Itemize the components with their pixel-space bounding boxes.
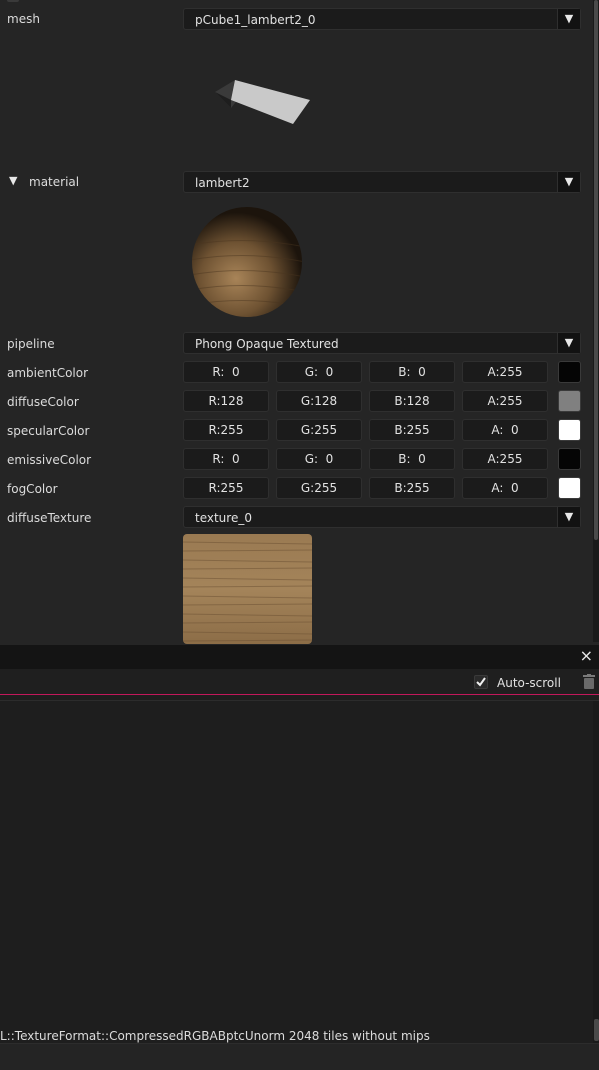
autoscroll-label[interactable]: Auto-scroll [497, 676, 561, 690]
console-toolbar: Auto-scroll [0, 669, 599, 695]
accent-separator [0, 694, 599, 695]
console-input-bar[interactable] [0, 1043, 599, 1070]
color-label: specularColor [7, 424, 90, 438]
a-field[interactable]: A:255 [462, 448, 548, 470]
material-dropdown[interactable]: lambert2 ▼ [183, 171, 581, 193]
diffuse-texture-dropdown[interactable]: texture_0 ▼ [183, 506, 581, 528]
diffuse-texture-dropdown-value: texture_0 [195, 511, 252, 525]
material-sphere-preview [192, 207, 302, 317]
chevron-down-icon[interactable]: ▼ [557, 9, 580, 29]
texture-preview [183, 534, 312, 644]
log-line: L::TextureFormat::CompressedRGBABptcUnor… [0, 1029, 430, 1043]
g-field[interactable]: G:255 [276, 419, 362, 441]
color-swatch[interactable] [558, 419, 581, 441]
color-swatch[interactable] [558, 477, 581, 499]
r-field[interactable]: R: 0 [183, 361, 269, 383]
a-field[interactable]: A:255 [462, 390, 548, 412]
material-dropdown-value: lambert2 [195, 176, 250, 190]
b-field[interactable]: B: 0 [369, 448, 455, 470]
diffuse-texture-label: diffuseTexture [7, 511, 92, 525]
b-field[interactable]: B:255 [369, 477, 455, 499]
collapse-arrow-icon[interactable]: ▼ [9, 174, 17, 187]
g-field[interactable]: G: 0 [276, 448, 362, 470]
pipeline-dropdown-value: Phong Opaque Textured [195, 337, 339, 351]
close-icon[interactable]: × [580, 647, 593, 665]
log-area[interactable]: L::TextureFormat::CompressedRGBABptcUnor… [0, 701, 599, 1043]
pipeline-label: pipeline [7, 337, 55, 351]
mesh-dropdown-value: pCube1_lambert2_0 [195, 13, 316, 27]
mesh-preview [215, 80, 310, 124]
chevron-down-icon[interactable]: ▼ [557, 172, 580, 192]
inspector-scrollbar-thumb[interactable] [594, 0, 598, 540]
console-panel: × Auto-scroll L::TextureFormat::Compress… [0, 645, 599, 1070]
inspector-scrollbar[interactable] [593, 0, 599, 642]
r-field[interactable]: R: 0 [183, 448, 269, 470]
log-scrollbar[interactable] [593, 701, 599, 1043]
r-field[interactable]: R:255 [183, 419, 269, 441]
material-label[interactable]: material [29, 175, 79, 189]
mesh-dropdown[interactable]: pCube1_lambert2_0 ▼ [183, 8, 581, 30]
checkmark-icon [476, 677, 486, 687]
color-label: fogColor [7, 482, 58, 496]
chevron-down-icon[interactable]: ▼ [557, 333, 580, 353]
pipeline-dropdown[interactable]: Phong Opaque Textured ▼ [183, 332, 581, 354]
g-field[interactable]: G:128 [276, 390, 362, 412]
log-scrollbar-thumb[interactable] [594, 1019, 599, 1041]
g-field[interactable]: G:255 [276, 477, 362, 499]
mesh-preview-light-face [231, 80, 310, 124]
color-label: ambientColor [7, 366, 89, 380]
autoscroll-checkbox[interactable] [474, 675, 488, 689]
trash-icon[interactable] [582, 674, 596, 690]
partial-row-indicator [7, 0, 19, 2]
color-label: emissiveColor [7, 453, 92, 467]
color-label: diffuseColor [7, 395, 79, 409]
console-title-bar: × [0, 645, 599, 669]
color-swatch[interactable] [558, 390, 581, 412]
a-field[interactable]: A: 0 [462, 477, 548, 499]
b-field[interactable]: B: 0 [369, 361, 455, 383]
b-field[interactable]: B:255 [369, 419, 455, 441]
r-field[interactable]: R:255 [183, 477, 269, 499]
chevron-down-icon[interactable]: ▼ [557, 507, 580, 527]
a-field[interactable]: A:255 [462, 361, 548, 383]
g-field[interactable]: G: 0 [276, 361, 362, 383]
color-swatch[interactable] [558, 361, 581, 383]
r-field[interactable]: R:128 [183, 390, 269, 412]
b-field[interactable]: B:128 [369, 390, 455, 412]
color-swatch[interactable] [558, 448, 581, 470]
a-field[interactable]: A: 0 [462, 419, 548, 441]
mesh-label: mesh [7, 12, 40, 26]
